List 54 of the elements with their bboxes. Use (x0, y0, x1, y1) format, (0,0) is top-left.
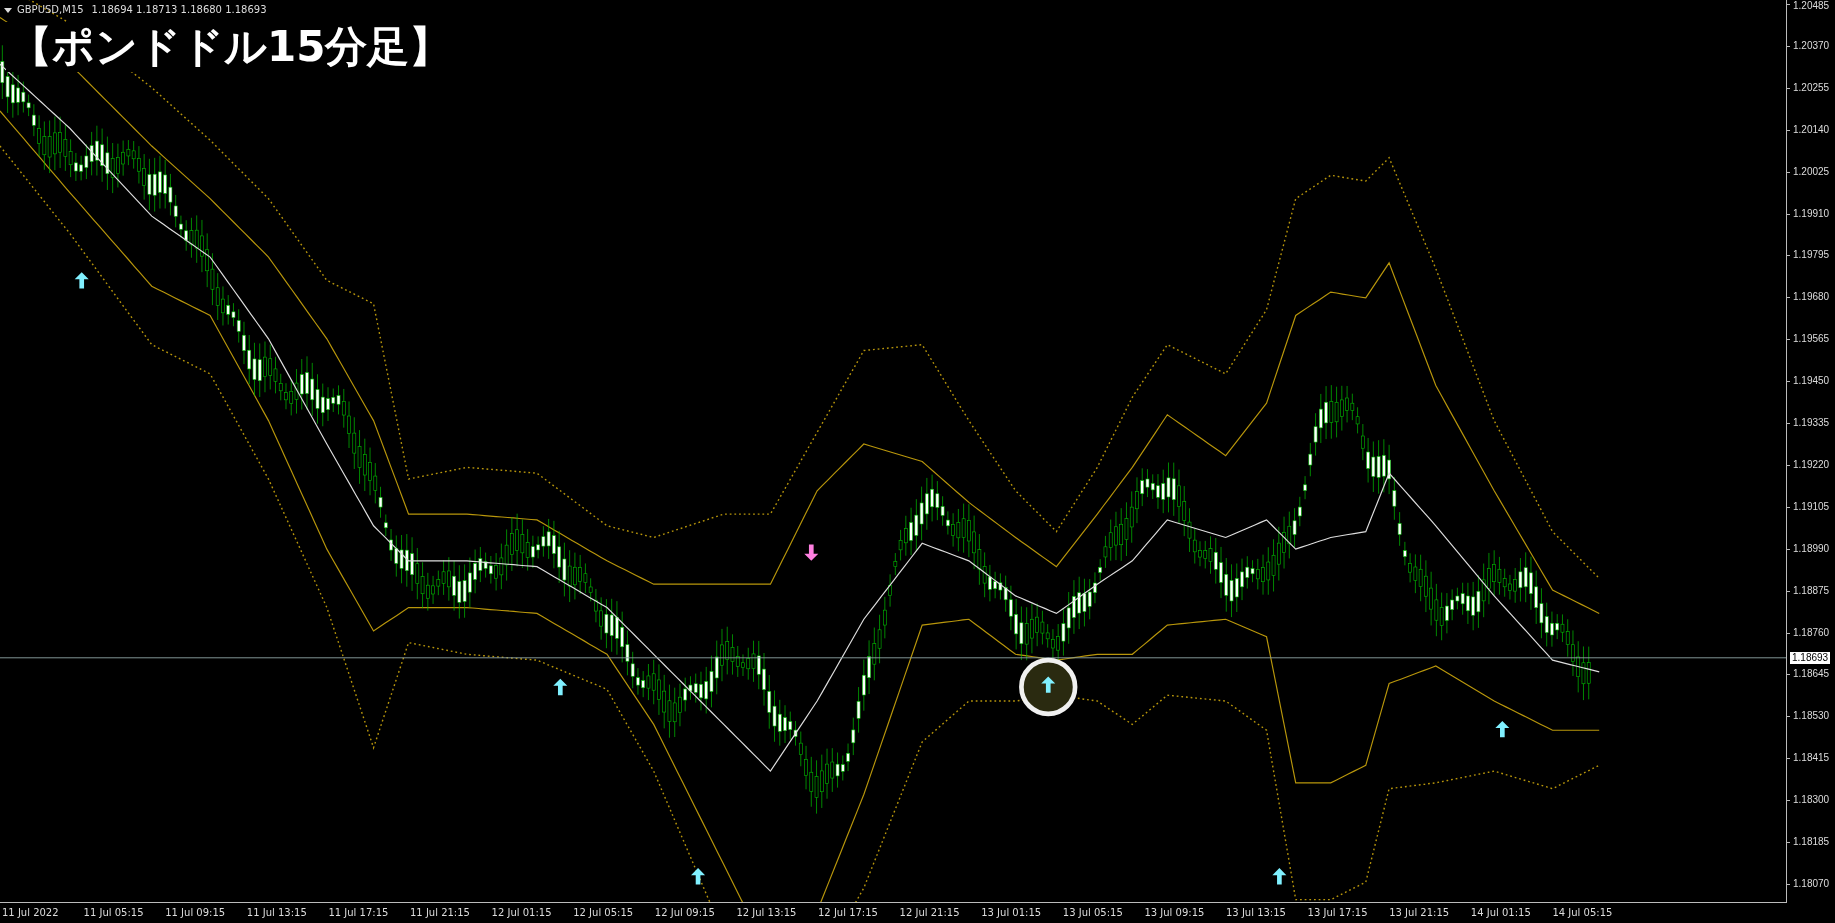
up-arrow-icon (74, 272, 89, 289)
price-label: 1.20370 (1793, 39, 1830, 52)
price-label: 1.19565 (1793, 333, 1830, 346)
time-label: 11 Jul 2022 (2, 907, 59, 919)
time-label: 12 Jul 05:15 (573, 907, 634, 919)
price-label: 1.19680 (1793, 291, 1830, 304)
time-label: 13 Jul 17:15 (1307, 907, 1368, 919)
price-label: 1.20255 (1793, 81, 1830, 94)
time-label: 13 Jul 01:15 (981, 907, 1042, 919)
time-label: 12 Jul 01:15 (491, 907, 552, 919)
price-label: 1.20485 (1793, 0, 1830, 12)
price-label: 1.19450 (1793, 375, 1830, 388)
time-label: 14 Jul 05:15 (1552, 907, 1613, 919)
current-price-label: 1.18693 (1790, 652, 1831, 664)
time-label: 13 Jul 09:15 (1144, 907, 1205, 919)
price-label: 1.18300 (1793, 794, 1830, 807)
time-label: 13 Jul 05:15 (1062, 907, 1123, 919)
price-label: 1.18760 (1793, 626, 1830, 639)
down-arrow-icon (804, 544, 819, 561)
price-label: 1.18185 (1793, 836, 1830, 848)
time-label: 13 Jul 21:15 (1389, 907, 1450, 919)
price-label: 1.18875 (1793, 584, 1830, 597)
time-label: 11 Jul 17:15 (328, 907, 389, 919)
quote-values: 1.18694 1.18713 1.18680 1.18693 (91, 4, 267, 15)
price-label: 1.19220 (1793, 458, 1830, 471)
up-arrow-icon (1272, 868, 1287, 885)
up-arrow-icon (691, 868, 706, 885)
time-label: 12 Jul 13:15 (736, 907, 797, 919)
price-label: 1.18530 (1793, 710, 1830, 723)
price-label: 1.20025 (1793, 165, 1830, 178)
price-label: 1.18990 (1793, 542, 1830, 555)
up-arrow-icon (1495, 720, 1510, 738)
highlight-circle (1019, 657, 1078, 717)
price-label: 1.19795 (1793, 249, 1830, 262)
time-label: 11 Jul 13:15 (246, 907, 307, 919)
time-label: 11 Jul 21:15 (410, 907, 470, 919)
up-arrow-icon (1041, 676, 1056, 693)
price-label: 1.19910 (1793, 207, 1830, 220)
price-label: 1.19335 (1793, 417, 1830, 429)
up-arrow-icon (553, 678, 568, 696)
time-label: 12 Jul 21:15 (899, 907, 960, 919)
price-label: 1.19105 (1793, 500, 1830, 513)
time-label: 11 Jul 09:15 (165, 907, 226, 919)
price-label: 1.18415 (1793, 752, 1830, 765)
price-label: 1.18645 (1793, 668, 1830, 681)
price-label: 1.18070 (1793, 877, 1830, 890)
collapse-triangle-icon[interactable] (4, 7, 12, 13)
time-label: 14 Jul 01:15 (1470, 907, 1531, 919)
time-label: 13 Jul 13:15 (1226, 907, 1286, 919)
symbol-label: GBPUSD,M15 (17, 4, 84, 15)
price-label: 1.20140 (1793, 123, 1830, 136)
time-label: 11 Jul 05:15 (83, 907, 144, 919)
time-label: 12 Jul 09:15 (654, 907, 715, 919)
time-label: 12 Jul 17:15 (818, 907, 878, 919)
